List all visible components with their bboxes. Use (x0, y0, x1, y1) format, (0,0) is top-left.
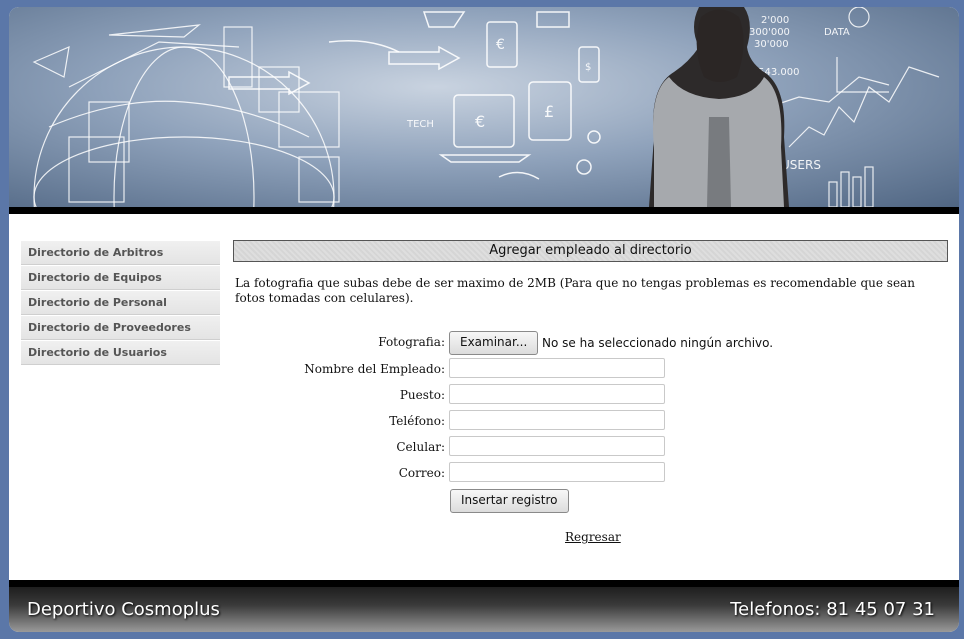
photo-row: Fotografia: Examinar... No se ha selecci… (233, 331, 948, 355)
correo-label: Correo: (398, 466, 445, 480)
svg-text:$: $ (585, 62, 591, 73)
nombre-input[interactable] (449, 358, 665, 378)
sidebar-nav: Directorio de Arbitros Directorio de Equ… (21, 241, 220, 366)
footer-brand: Deportivo Cosmoplus (27, 599, 220, 620)
sidebar-item-equipos[interactable]: Directorio de Equipos (21, 266, 220, 290)
sidebar-item-personal[interactable]: Directorio de Personal (21, 291, 220, 315)
correo-input[interactable] (449, 462, 665, 482)
header-banner: € € £ $ TECH DATA USERS 2'000 300'000 30… (9, 7, 959, 207)
footer-divider (9, 580, 959, 587)
puesto-input[interactable] (449, 384, 665, 404)
insert-record-button[interactable]: Insertar registro (450, 489, 569, 513)
telefono-label: Teléfono: (389, 414, 445, 428)
banner-illustration: € € £ $ TECH DATA USERS 2'000 300'000 30… (32, 7, 940, 207)
browse-button[interactable]: Examinar... (449, 331, 539, 355)
form-row-celular: Celular: (233, 436, 948, 460)
form-row-puesto: Puesto: (233, 384, 948, 408)
footer-phone: Telefonos: 81 45 07 31 (730, 599, 935, 620)
intro-text: La fotografia que subas debe de ser maxi… (235, 276, 915, 305)
footer: Deportivo Cosmoplus Telefonos: 81 45 07 … (9, 587, 959, 632)
svg-text:£: £ (544, 102, 554, 121)
photo-label: Fotografia: (378, 335, 445, 349)
svg-text:€: € (496, 37, 505, 53)
banner-text-users: USERS (781, 158, 821, 172)
banner-text-num1: 2'000 (761, 15, 789, 26)
banner-text-num3: 30'000 (754, 39, 789, 50)
main-content: Agregar empleado al directorio La fotogr… (233, 240, 948, 544)
file-status-text: No se ha seleccionado ningún archivo. (542, 336, 774, 350)
form-row-telefono: Teléfono: (233, 410, 948, 434)
telefono-input[interactable] (449, 410, 665, 430)
svg-text:€: € (475, 112, 485, 131)
banner-text-data: DATA (824, 27, 850, 38)
page-title: Agregar empleado al directorio (233, 240, 948, 262)
header-divider (9, 207, 959, 214)
puesto-label: Puesto: (399, 388, 445, 402)
celular-input[interactable] (449, 436, 665, 456)
form-row-correo: Correo: (233, 462, 948, 486)
sidebar-item-usuarios[interactable]: Directorio de Usuarios (21, 341, 220, 365)
celular-label: Celular: (396, 440, 445, 454)
back-link[interactable]: Regresar (565, 530, 621, 544)
page-frame: € € £ $ TECH DATA USERS 2'000 300'000 30… (9, 7, 959, 632)
banner-text-num2: 300'000 (749, 27, 790, 38)
banner-text-tech: TECH (406, 119, 434, 130)
sidebar-item-proveedores[interactable]: Directorio de Proveedores (21, 316, 220, 340)
form-row-nombre: Nombre del Empleado: (233, 358, 948, 382)
sidebar-item-arbitros[interactable]: Directorio de Arbitros (21, 241, 220, 265)
nombre-label: Nombre del Empleado: (304, 362, 445, 376)
